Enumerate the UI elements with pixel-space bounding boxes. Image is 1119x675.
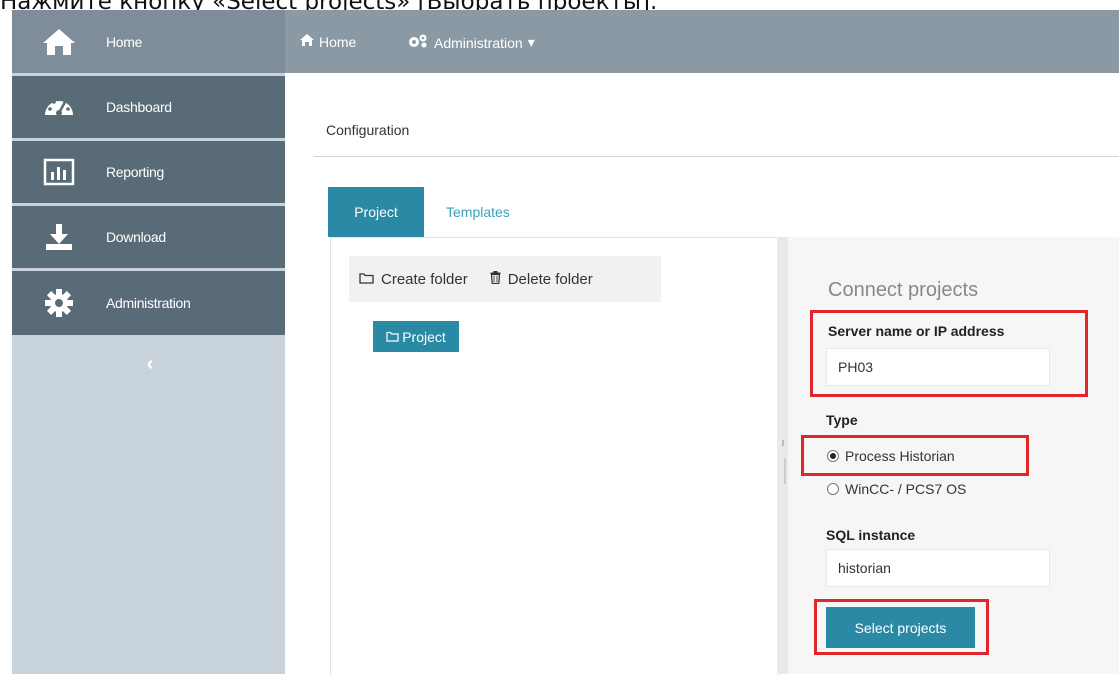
tab-templates[interactable]: Templates bbox=[446, 204, 510, 220]
panel-splitter[interactable] bbox=[777, 237, 788, 674]
sidebar-item-label: Administration bbox=[106, 295, 191, 311]
dashboard-icon bbox=[12, 93, 106, 121]
radio-unselected-icon bbox=[827, 483, 839, 495]
folder-icon bbox=[386, 329, 399, 345]
radio-label: WinCC- / PCS7 OS bbox=[845, 481, 967, 497]
sidebar: Home Dashboard Reporting Download Admini… bbox=[12, 10, 285, 674]
tree-node-project[interactable]: Project bbox=[373, 321, 459, 352]
folder-icon bbox=[359, 271, 374, 288]
project-tree-panel bbox=[330, 237, 778, 675]
sidebar-item-label: Dashboard bbox=[106, 99, 172, 115]
collapse-sidebar-icon[interactable]: ‹ bbox=[140, 354, 160, 374]
nav-home-label: Home bbox=[319, 33, 357, 50]
reporting-icon bbox=[12, 158, 106, 186]
sidebar-item-label: Home bbox=[106, 33, 143, 50]
sidebar-item-home[interactable]: Home bbox=[12, 10, 285, 73]
radio-wincc-pcs7-os[interactable]: WinCC- / PCS7 OS bbox=[827, 481, 966, 497]
sidebar-item-label: Download bbox=[106, 229, 166, 245]
create-folder-label: Create folder bbox=[381, 270, 468, 288]
sql-instance-label: SQL instance bbox=[826, 527, 916, 543]
sidebar-item-dashboard[interactable]: Dashboard bbox=[12, 76, 285, 138]
tab-project[interactable]: Project bbox=[328, 187, 424, 237]
download-icon bbox=[12, 222, 106, 252]
gears-icon bbox=[407, 33, 429, 52]
highlight-server-name bbox=[810, 310, 1088, 397]
trash-icon bbox=[490, 270, 501, 288]
home-icon bbox=[12, 27, 106, 57]
splitter-grip bbox=[782, 440, 784, 446]
type-label: Type bbox=[826, 412, 858, 428]
nav-administration-label: Administration bbox=[434, 34, 523, 51]
divider bbox=[314, 156, 1119, 157]
chevron-down-icon: ▾ bbox=[527, 34, 535, 50]
highlight-process-historian bbox=[801, 435, 1029, 476]
home-icon bbox=[299, 33, 315, 50]
sql-instance-input[interactable]: historian bbox=[826, 549, 1050, 587]
create-folder-button[interactable]: Create folder bbox=[359, 271, 468, 288]
page-title: Configuration bbox=[326, 122, 410, 138]
nav-home-link[interactable]: Home bbox=[299, 33, 356, 50]
highlight-select-projects bbox=[814, 599, 989, 655]
sidebar-item-reporting[interactable]: Reporting bbox=[12, 141, 285, 203]
delete-folder-button[interactable]: Delete folder bbox=[490, 270, 593, 288]
top-navbar: Home Administration ▾ bbox=[285, 10, 1119, 73]
delete-folder-label: Delete folder bbox=[507, 270, 593, 288]
connect-projects-title: Connect projects bbox=[828, 279, 979, 301]
splitter-grip bbox=[784, 458, 786, 484]
sidebar-item-download[interactable]: Download bbox=[12, 206, 285, 268]
tree-node-label: Project bbox=[402, 328, 446, 345]
nav-administration-dropdown[interactable]: Administration ▾ bbox=[407, 33, 535, 52]
sidebar-item-label: Reporting bbox=[106, 164, 165, 180]
gear-icon bbox=[12, 288, 106, 318]
folder-toolbar: Create folder Delete folder bbox=[349, 256, 661, 302]
sidebar-item-administration[interactable]: Administration bbox=[12, 271, 285, 335]
